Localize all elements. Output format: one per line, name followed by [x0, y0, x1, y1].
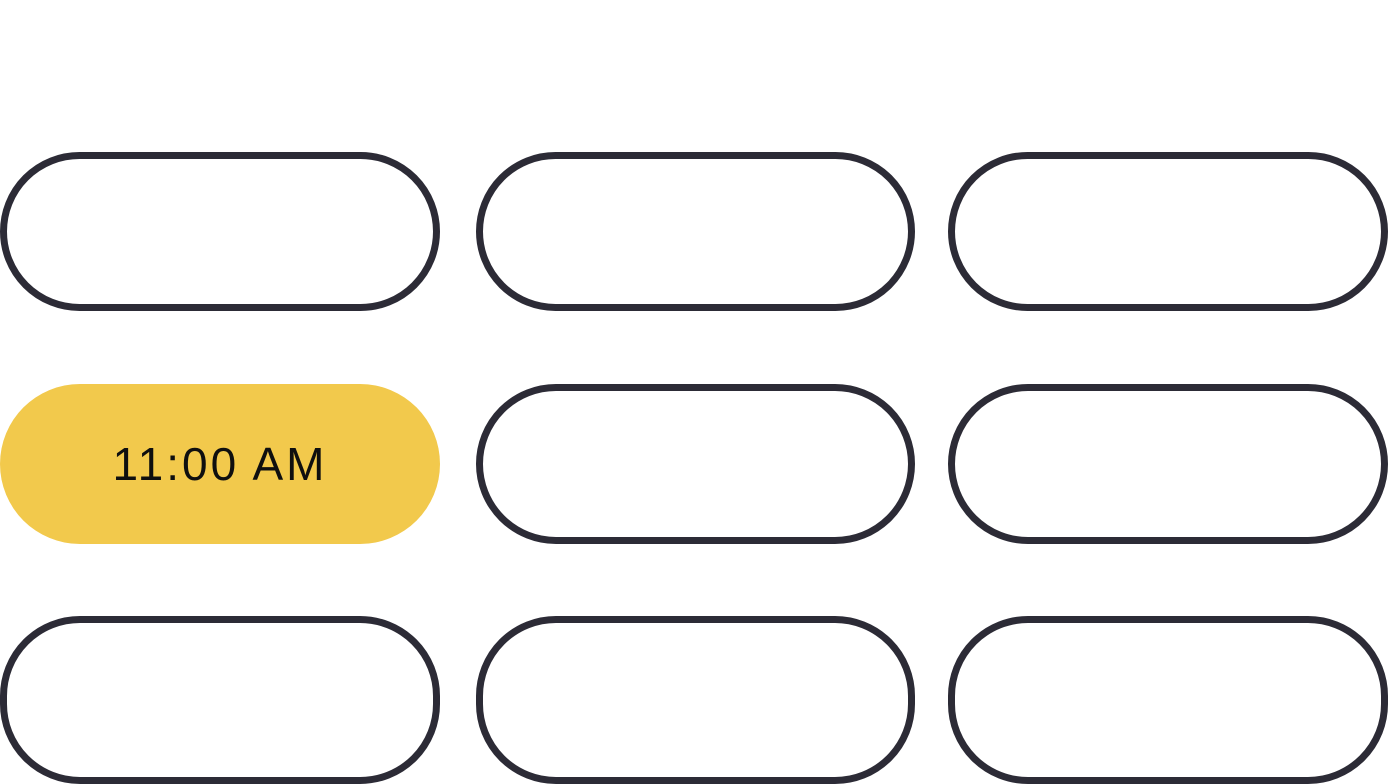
time-slot-button-selected[interactable]: 11:00 AM: [0, 384, 440, 544]
time-slot-button[interactable]: [476, 152, 915, 311]
time-slot-button[interactable]: [948, 152, 1388, 311]
time-slot-button[interactable]: [476, 384, 915, 544]
time-slot-button[interactable]: [948, 616, 1388, 784]
time-slot-button[interactable]: [476, 616, 915, 784]
time-slot-button[interactable]: [948, 384, 1388, 544]
time-slot-label: 11:00 AM: [112, 438, 328, 490]
time-slot-button[interactable]: [0, 152, 440, 311]
time-slot-button[interactable]: [0, 616, 440, 784]
